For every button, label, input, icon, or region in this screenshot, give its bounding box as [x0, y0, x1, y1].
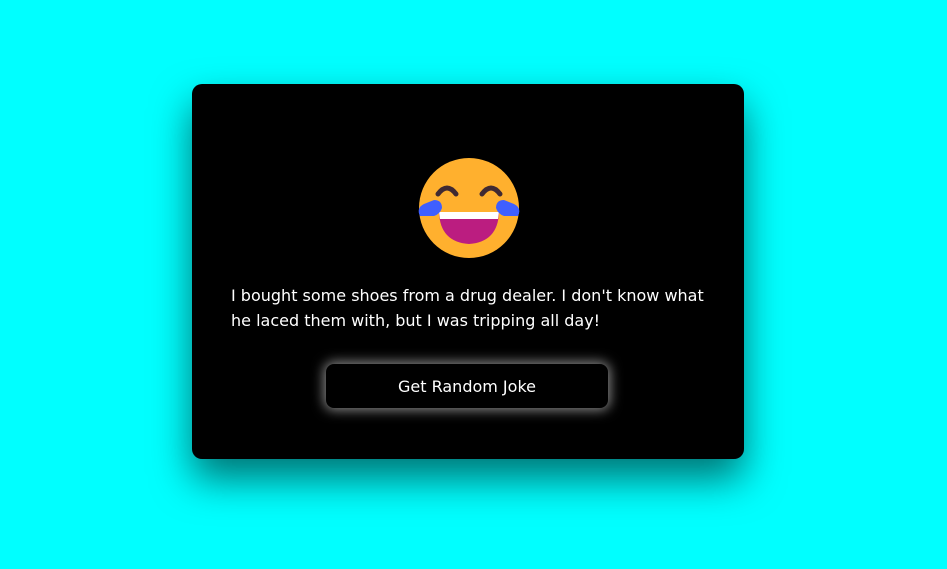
joke-text: I bought some shoes from a drug dealer. …: [231, 286, 704, 330]
get-random-joke-button[interactable]: Get Random Joke: [326, 364, 608, 408]
joke-card: I bought some shoes from a drug dealer. …: [192, 84, 744, 459]
face-with-tears-of-joy-icon: [418, 158, 520, 258]
page: I bought some shoes from a drug dealer. …: [0, 0, 947, 569]
